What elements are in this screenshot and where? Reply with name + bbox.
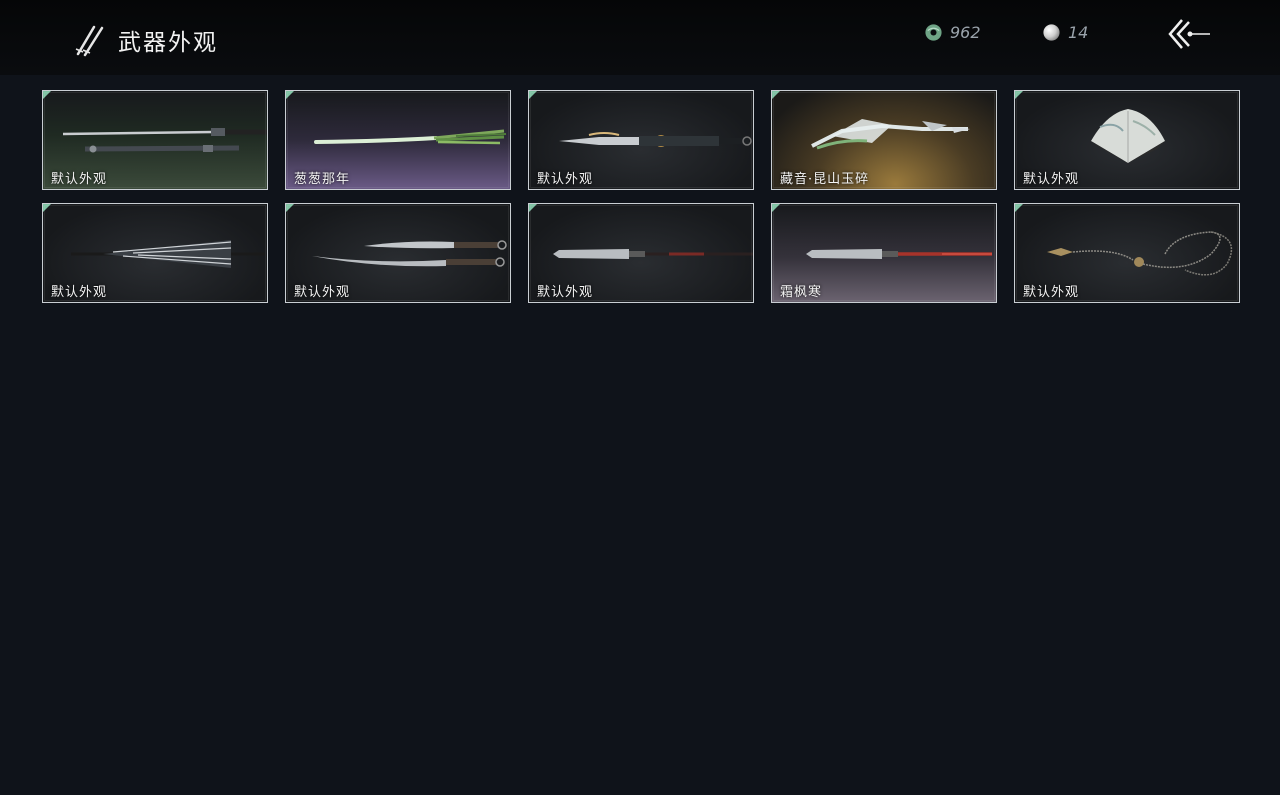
jade-currency: 962 (924, 20, 981, 44)
new-corner-badge (43, 204, 51, 212)
new-corner-badge (286, 204, 294, 212)
weapon-label: 默认外观 (1023, 285, 1080, 300)
weapon-card[interactable]: 默认外观 (528, 90, 754, 190)
crossed-swords-icon (75, 25, 104, 57)
new-corner-badge (772, 204, 780, 212)
weapon-label: 默认外观 (294, 285, 351, 300)
weapon-label: 默认外观 (537, 172, 594, 187)
weapon-label: 藏音·昆山玉碎 (780, 172, 870, 187)
page-title-group: 武器外观 (74, 22, 218, 58)
weapon-label: 霜枫寒 (780, 285, 823, 300)
new-corner-badge (286, 91, 294, 99)
weapon-appearance-grid: 默认外观 葱葱那年 默认外观 藏音·昆山玉碎 默认外观 默认外观 默认外观 默认… (42, 90, 1244, 306)
new-corner-badge (1015, 91, 1023, 99)
weapon-label: 默认外观 (51, 285, 108, 300)
weapon-card[interactable]: 默认外观 (42, 203, 268, 303)
new-corner-badge (772, 91, 780, 99)
weapon-card[interactable]: 霜枫寒 (771, 203, 997, 303)
weapon-card[interactable]: 葱葱那年 (285, 90, 511, 190)
weapon-card[interactable]: 藏音·昆山玉碎 (771, 90, 997, 190)
pearl-currency: 14 (1042, 20, 1088, 44)
new-corner-badge (529, 91, 537, 99)
weapon-card[interactable]: 默认外观 (1014, 90, 1240, 190)
weapon-card[interactable]: 默认外观 (1014, 203, 1240, 303)
weapon-label: 葱葱那年 (294, 172, 351, 187)
new-corner-badge (43, 91, 51, 99)
weapon-card[interactable]: 默认外观 (285, 203, 511, 303)
page-title: 武器外观 (118, 30, 218, 56)
new-corner-badge (1015, 204, 1023, 212)
new-corner-badge (529, 204, 537, 212)
top-bar: 武器外观 962 14 (0, 0, 1280, 75)
weapon-label: 默认外观 (1023, 172, 1080, 187)
back-arrow-icon[interactable] (1164, 16, 1212, 52)
jade-amount: 962 (950, 22, 981, 42)
pearl-icon (1043, 23, 1060, 41)
weapon-label: 默认外观 (51, 172, 108, 187)
jade-coin-icon (925, 23, 942, 41)
pearl-amount: 14 (1068, 22, 1089, 42)
weapon-card[interactable]: 默认外观 (42, 90, 268, 190)
weapon-card[interactable]: 默认外观 (528, 203, 754, 303)
weapon-label: 默认外观 (537, 285, 594, 300)
